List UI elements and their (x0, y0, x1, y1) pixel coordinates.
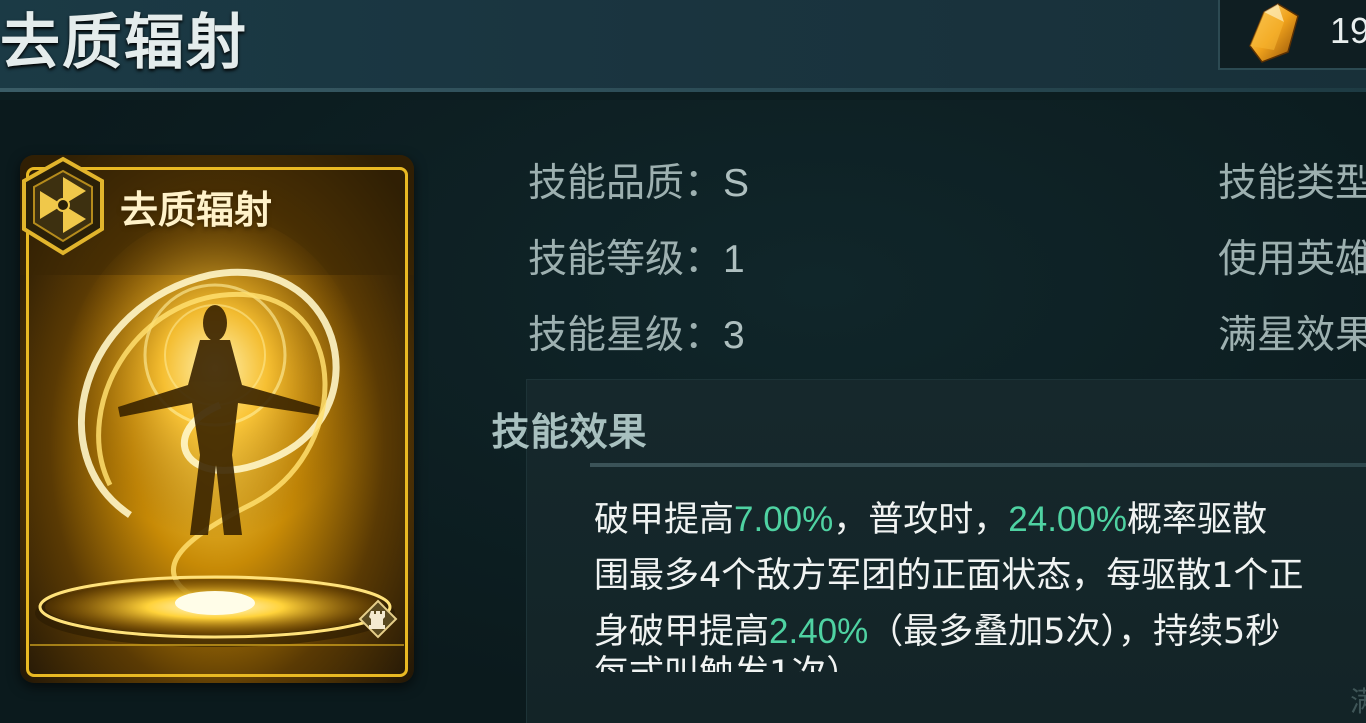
effect-text-segment: 破甲提高 (594, 500, 735, 540)
top-bar: 去质辐射 19 (0, 0, 1366, 92)
card-title: 去质辐射 (120, 187, 273, 232)
stat-quality-value: S (723, 162, 750, 205)
page-title: 去质辐射 (0, 8, 248, 78)
effect-line-2: 围最多4个敌方军团的正面状态，每驱散1个正 (594, 556, 1304, 596)
effect-highlight-value: 7.00% (734, 500, 834, 539)
currency-display[interactable]: 19 (1218, 0, 1366, 70)
stat-level: 技能等级：1 (528, 228, 745, 284)
stat-fullstar-label: 满星效果 (1218, 313, 1366, 358)
effect-line-1: 破甲提高7.00%，普攻时，24.00%概率驱散 (594, 492, 1366, 548)
effect-title: 技能效果 (491, 409, 648, 454)
stat-star: 技能星级：3 (528, 304, 745, 360)
stat-star-value: 3 (723, 314, 745, 357)
stat-quality: 技能品质：S (528, 152, 749, 208)
amber-crystal-icon (1249, 3, 1299, 63)
rook-chess-icon (358, 599, 398, 639)
effect-description[interactable]: 破甲提高7.00%，普攻时，24.00%概率驱散 围最多4个敌方军团的正面状态，… (594, 492, 1366, 672)
effect-divider (590, 463, 1366, 467)
effect-text-segment: （最多叠加5次），持续5秒 (868, 612, 1281, 652)
currency-value: 19 (1330, 10, 1366, 51)
stat-type-label: 技能类型 (1218, 161, 1366, 206)
scroll-hint: 满 (1350, 685, 1366, 718)
stat-hero-label: 使用英雄 (1218, 237, 1366, 282)
hexagon-skill-icon (22, 156, 104, 256)
effect-text-segment: ，普攻时， (833, 500, 1009, 540)
stat-star-label: 技能星级： (528, 313, 724, 358)
effect-highlight-value: 24.00% (1008, 500, 1127, 539)
stat-level-value: 1 (723, 238, 745, 281)
effect-text-segment: 概率驱散 (1127, 500, 1268, 540)
stat-quality-label: 技能品质： (528, 161, 724, 206)
stat-level-label: 技能等级： (528, 237, 724, 282)
